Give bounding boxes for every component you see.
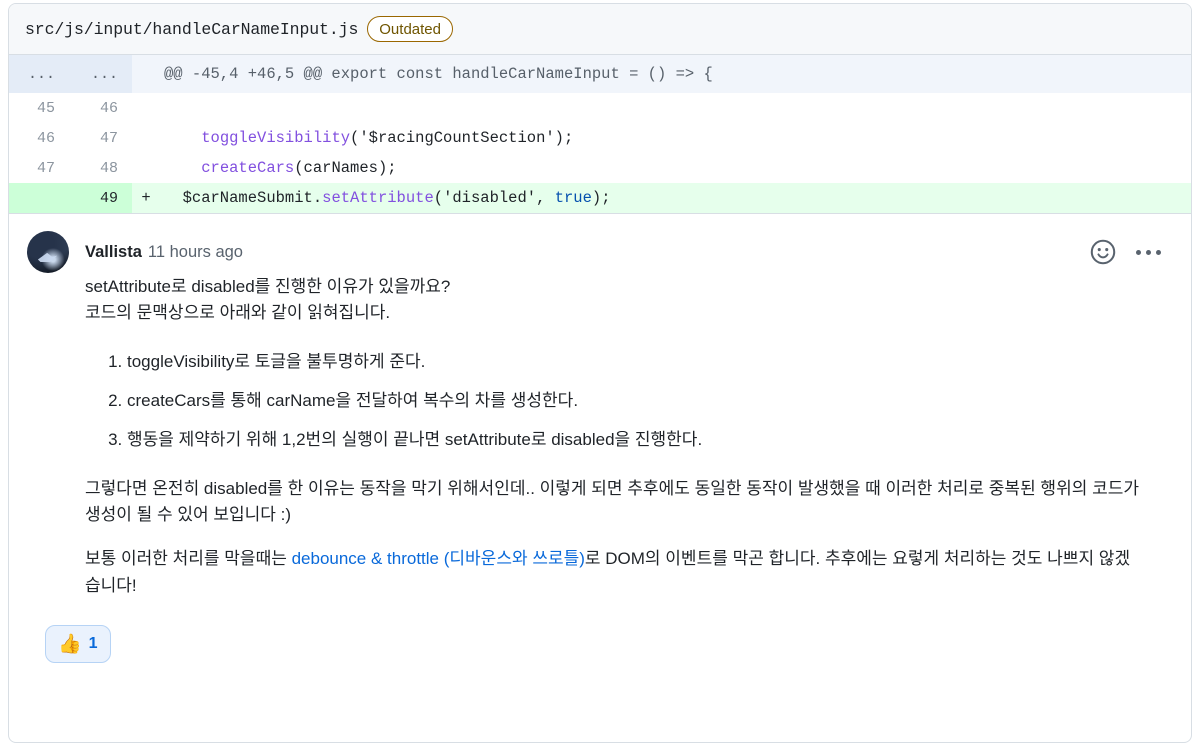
comment-header: Vallista 11 hours ago bbox=[27, 230, 1173, 274]
line-number-new: 47 bbox=[69, 123, 132, 153]
comment-line: setAttribute로 disabled를 진행한 이유가 있을까요? bbox=[85, 277, 451, 296]
list-item: createCars를 통해 carName을 전달하여 복수의 차를 생성한다… bbox=[127, 388, 1143, 414]
avatar[interactable] bbox=[27, 231, 69, 273]
diff-body: ... ... @@ -45,4 +46,5 @@ export const h… bbox=[9, 55, 1191, 213]
comment-body: setAttribute로 disabled를 진행한 이유가 있을까요? 코드… bbox=[85, 274, 1173, 599]
comment-actions bbox=[1090, 239, 1161, 265]
code-line: $carNameSubmit.setAttribute('disabled', … bbox=[160, 183, 1191, 213]
code-token: $carNameSubmit. bbox=[164, 189, 323, 207]
diff-hunk-header-row: ... ... @@ -45,4 +46,5 @@ export const h… bbox=[9, 55, 1191, 93]
smiley-icon[interactable] bbox=[1090, 239, 1116, 265]
comment-paragraph-1: setAttribute로 disabled를 진행한 이유가 있을까요? 코드… bbox=[85, 274, 1143, 327]
kebab-menu-icon[interactable] bbox=[1136, 240, 1161, 264]
table-row: 45 46 bbox=[9, 93, 1191, 123]
debounce-throttle-link[interactable]: debounce & throttle (디바운스와 쓰로틀) bbox=[292, 549, 585, 568]
hunk-gutter-old[interactable]: ... bbox=[9, 55, 69, 93]
line-number-old: 46 bbox=[9, 123, 69, 153]
list-item: 행동을 제약하기 위해 1,2번의 실행이 끝나면 setAttribute로 … bbox=[127, 427, 1143, 453]
code-line: createCars(carNames); bbox=[160, 153, 1191, 183]
comment-line: 코드의 문맥상으로 아래와 같이 읽혀집니다. bbox=[85, 303, 391, 323]
code-token: ); bbox=[591, 189, 611, 207]
reaction-count: 1 bbox=[88, 635, 98, 653]
file-header: src/js/input/handleCarNameInput.js Outda… bbox=[9, 4, 1191, 55]
code-line bbox=[160, 93, 1191, 123]
code-token: (carNames); bbox=[294, 159, 397, 177]
code-token: ('$racingCountSection'); bbox=[350, 129, 574, 147]
code-token: ('disabled', bbox=[433, 189, 555, 207]
diff-marker bbox=[132, 153, 160, 183]
table-row: 46 47 toggleVisibility('$racingCountSect… bbox=[9, 123, 1191, 153]
diff-table: ... ... @@ -45,4 +46,5 @@ export const h… bbox=[9, 55, 1191, 213]
outdated-badge: Outdated bbox=[367, 16, 453, 42]
comment-text-before-link: 보통 이러한 처리를 막을때는 bbox=[85, 549, 292, 569]
code-token-keyword: true bbox=[554, 189, 592, 207]
hunk-marker bbox=[132, 55, 160, 93]
reaction-bar: 👍 1 bbox=[45, 625, 1173, 685]
diff-marker bbox=[132, 123, 160, 153]
line-number-old bbox=[9, 183, 69, 213]
table-row: 47 48 createCars(carNames); bbox=[9, 153, 1191, 183]
screenshot-viewport: src/js/input/handleCarNameInput.js Outda… bbox=[0, 0, 1200, 743]
kebab-dot bbox=[1136, 249, 1141, 255]
line-number-new: 48 bbox=[69, 153, 132, 183]
code-token-function: createCars bbox=[201, 159, 295, 177]
code-line: toggleVisibility('$racingCountSection'); bbox=[160, 123, 1191, 153]
code-token-function: setAttribute bbox=[322, 189, 434, 207]
table-row-addition: 49 + $carNameSubmit.setAttribute('disabl… bbox=[9, 183, 1191, 213]
kebab-dot bbox=[1156, 249, 1161, 255]
thumbs-up-icon: 👍 bbox=[58, 633, 82, 655]
comment-paragraph-3: 보통 이러한 처리를 막을때는 debounce & throttle (디바운… bbox=[85, 546, 1143, 599]
comment-ordered-list: toggleVisibility로 토글을 불투명하게 준다. createCa… bbox=[85, 349, 1143, 454]
comment-paragraph-2: 그렇다면 온전히 disabled를 한 이유는 동작을 막기 위해서인데.. … bbox=[85, 478, 1139, 525]
line-number-new: 46 bbox=[69, 93, 132, 123]
reaction-thumbs-up[interactable]: 👍 1 bbox=[45, 625, 111, 664]
hunk-header-text: @@ -45,4 +46,5 @@ export const handleCar… bbox=[160, 55, 1191, 93]
code-token-function: toggleVisibility bbox=[201, 129, 351, 147]
kebab-dot bbox=[1146, 249, 1151, 255]
line-number-old: 45 bbox=[9, 93, 69, 123]
comment-timestamp[interactable]: 11 hours ago bbox=[148, 243, 243, 262]
diff-marker-addition: + bbox=[132, 183, 160, 213]
line-number-new: 49 bbox=[69, 183, 132, 213]
review-thread-container: src/js/input/handleCarNameInput.js Outda… bbox=[8, 3, 1192, 743]
diff-marker bbox=[132, 93, 160, 123]
comment-author[interactable]: Vallista bbox=[85, 243, 142, 262]
hunk-gutter-new[interactable]: ... bbox=[69, 55, 132, 93]
file-path[interactable]: src/js/input/handleCarNameInput.js bbox=[25, 20, 358, 39]
line-number-old: 47 bbox=[9, 153, 69, 183]
review-comment: Vallista 11 hours ago setAttribute로 disa… bbox=[9, 213, 1191, 686]
list-item: toggleVisibility로 토글을 불투명하게 준다. bbox=[127, 349, 1143, 375]
